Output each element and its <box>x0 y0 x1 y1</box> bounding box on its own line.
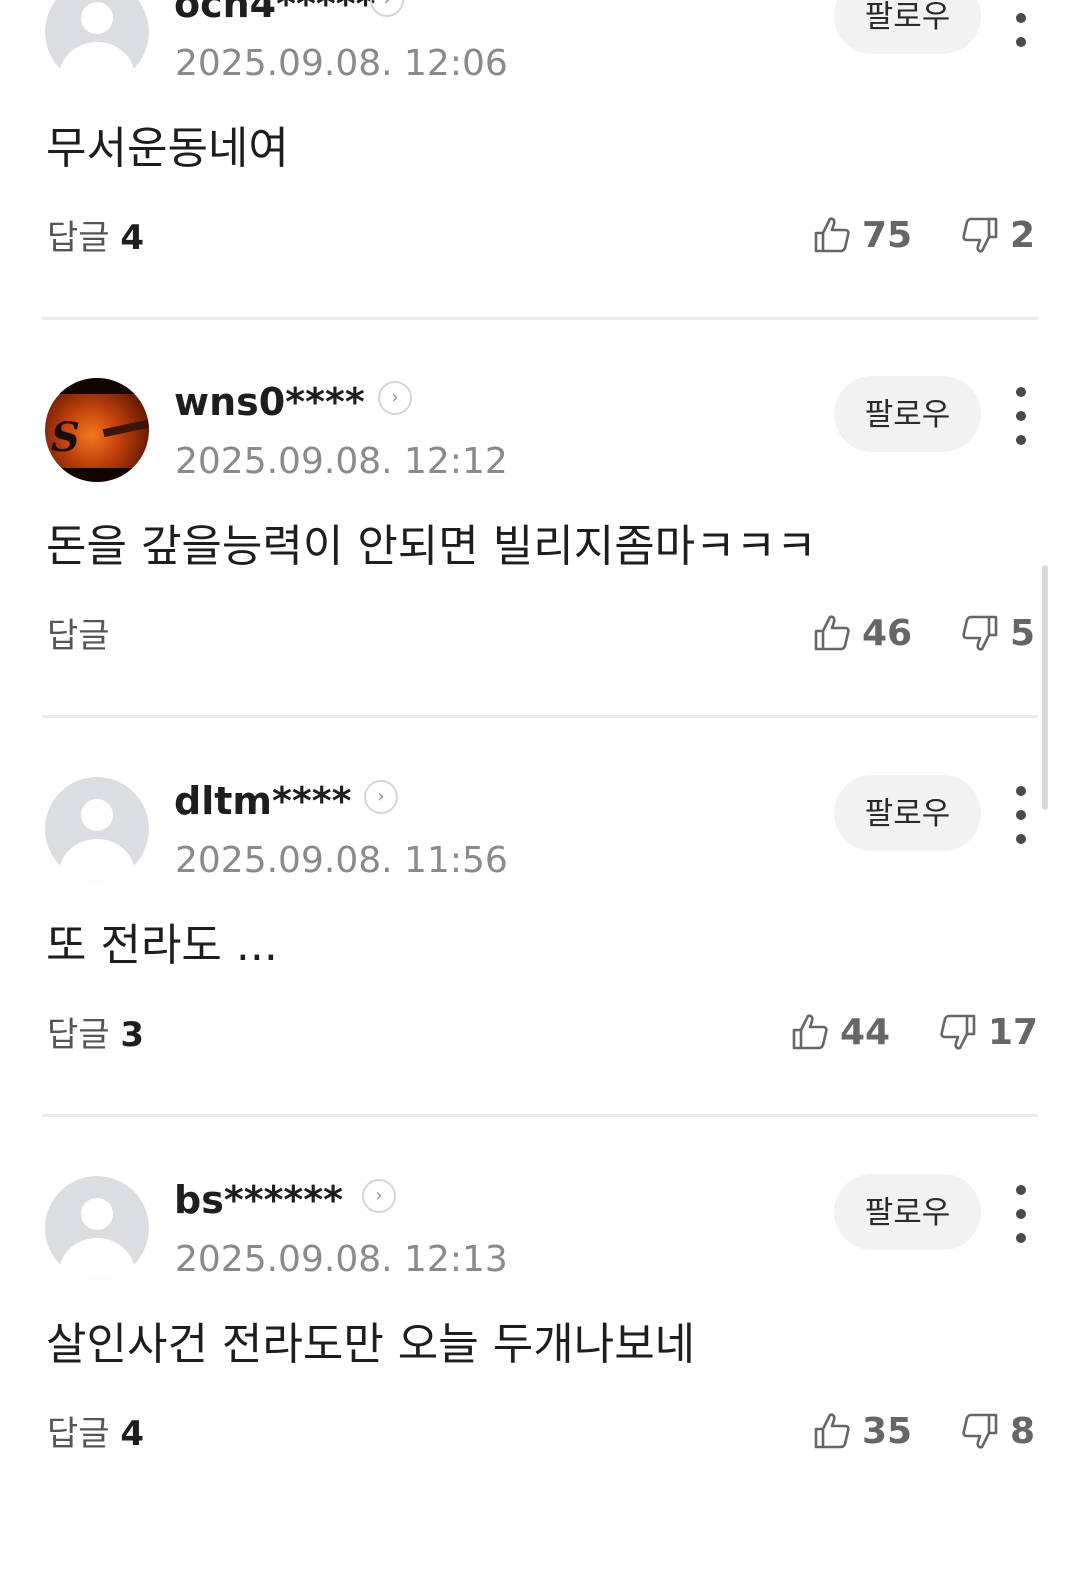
reply-button[interactable]: 답글 4 <box>47 216 144 260</box>
comment-text: 또 전라도 ... <box>46 920 278 971</box>
comment-timestamp: 2025.09.08. 12:06 <box>175 43 508 84</box>
comment-timestamp: 2025.09.08. 11:56 <box>175 840 508 881</box>
comment-item: dltm**** › 2025.09.08. 11:56 팔로우 또 전라도 .… <box>0 775 1080 1175</box>
avatar-photo-band <box>45 468 149 482</box>
follow-button[interactable]: 팔로우 <box>834 1174 981 1250</box>
reply-label: 답글 <box>47 1414 110 1454</box>
dislike-button[interactable]: 5 <box>960 610 1035 656</box>
reply-button[interactable]: 답글 4 <box>47 1412 144 1456</box>
reply-count: 4 <box>120 218 145 258</box>
comment-timestamp: 2025.09.08. 12:13 <box>175 1239 508 1280</box>
follow-button[interactable]: 팔로우 <box>834 0 981 54</box>
thumbs-up-icon <box>814 615 850 651</box>
more-vertical-icon[interactable] <box>1012 383 1030 449</box>
user-avatar[interactable] <box>45 0 149 84</box>
follow-button[interactable]: 팔로우 <box>834 775 981 851</box>
reply-button[interactable]: 답글 <box>47 614 110 658</box>
comment-text: 돈을 갚을능력이 안되면 빌리지좀마ㅋㅋㅋ <box>46 521 817 572</box>
thumbs-up-icon <box>814 217 850 253</box>
thumbs-down-icon <box>962 217 998 253</box>
divider <box>42 1114 1038 1117</box>
reply-label: 답글 <box>47 616 110 656</box>
comment-timestamp: 2025.09.08. 12:12 <box>175 441 508 482</box>
dislike-count: 8 <box>1010 1410 1036 1452</box>
dislike-button[interactable]: 8 <box>960 1408 1035 1454</box>
dislike-button[interactable]: 17 <box>938 1009 1038 1055</box>
like-count: 44 <box>840 1011 891 1053</box>
avatar-photo-rod <box>102 418 149 438</box>
dislike-count: 2 <box>1010 214 1036 256</box>
comment-item: bs****** › 2025.09.08. 12:13 팔로우 살인사건 전라… <box>0 1174 1080 1574</box>
like-count: 35 <box>862 1410 913 1452</box>
avatar-body-shape <box>59 839 135 881</box>
reply-label: 답글 <box>47 218 110 258</box>
like-button[interactable]: 44 <box>790 1009 890 1055</box>
comment-item: och4***** › 2025.09.08. 12:06 팔로우 무서운동네여… <box>0 0 1080 378</box>
like-count: 46 <box>862 612 913 654</box>
more-vertical-icon[interactable] <box>1012 0 1030 51</box>
follow-button[interactable]: 팔로우 <box>834 376 981 452</box>
chevron-right-icon[interactable]: › <box>378 381 412 415</box>
avatar-body-shape <box>59 42 135 84</box>
thumbs-down-icon <box>962 615 998 651</box>
dislike-count: 17 <box>988 1011 1039 1053</box>
comment-text: 무서운동네여 <box>46 123 289 174</box>
more-vertical-icon[interactable] <box>1012 1181 1030 1247</box>
avatar-body-shape <box>59 1238 135 1280</box>
like-button[interactable]: 75 <box>812 212 912 258</box>
avatar-photo-glyph: S <box>51 414 80 461</box>
reply-count: 3 <box>120 1015 145 1055</box>
user-avatar[interactable] <box>45 1176 149 1280</box>
chevron-right-icon[interactable]: › <box>364 780 398 814</box>
avatar-head-shape <box>81 799 113 831</box>
dislike-button[interactable]: 2 <box>960 212 1035 258</box>
username[interactable]: bs****** <box>174 1178 343 1222</box>
reply-label: 답글 <box>47 1015 110 1055</box>
avatar-photo-band <box>45 378 149 394</box>
user-avatar[interactable] <box>45 777 149 881</box>
scrollbar[interactable] <box>1042 565 1048 810</box>
user-avatar[interactable]: S <box>45 378 149 482</box>
chevron-right-icon[interactable]: › <box>362 1179 396 1213</box>
reply-button[interactable]: 답글 3 <box>47 1013 144 1057</box>
more-vertical-icon[interactable] <box>1012 782 1030 848</box>
divider <box>42 715 1038 718</box>
like-button[interactable]: 46 <box>812 610 912 656</box>
like-count: 75 <box>862 214 913 256</box>
thumbs-up-icon <box>814 1413 850 1449</box>
thumbs-down-icon <box>962 1413 998 1449</box>
comment-text: 살인사건 전라도만 오늘 두개나보네 <box>46 1319 696 1370</box>
username[interactable]: och4***** <box>174 0 376 26</box>
like-button[interactable]: 35 <box>812 1408 912 1454</box>
avatar-head-shape <box>81 2 113 34</box>
dislike-count: 5 <box>1010 612 1036 654</box>
avatar-head-shape <box>81 1198 113 1230</box>
username[interactable]: wns0**** <box>174 380 365 424</box>
comment-item: S wns0**** › 2025.09.08. 12:12 팔로우 돈을 갚을… <box>0 376 1080 776</box>
thumbs-down-icon <box>940 1014 976 1050</box>
divider <box>42 317 1038 320</box>
thumbs-up-icon <box>792 1014 828 1050</box>
reply-count: 4 <box>120 1414 145 1454</box>
username[interactable]: dltm**** <box>174 779 351 823</box>
